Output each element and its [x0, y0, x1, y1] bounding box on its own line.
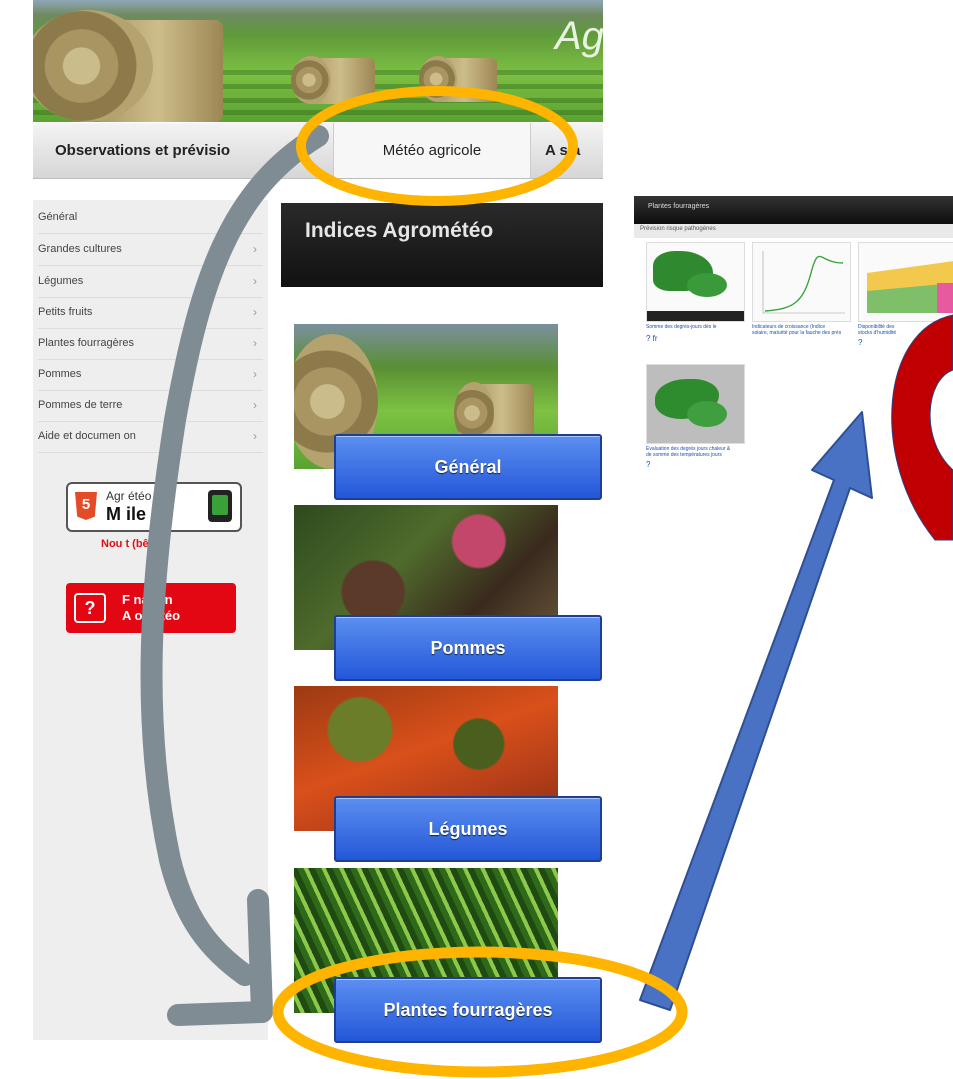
sidebar-item-label: Légumes: [38, 275, 84, 287]
destination-subheader: Prévision risque pathogènes: [634, 224, 953, 238]
thumb-area-chart[interactable]: [858, 242, 953, 322]
sidebar-item-legumes[interactable]: Légumes ›: [38, 266, 263, 298]
chevron-right-icon: ›: [253, 398, 257, 412]
agrometeo-mobile-link[interactable]: 5 Agr étéo M ile: [66, 482, 242, 532]
sidebar-item-label: Pommes de terre: [38, 399, 123, 411]
chevron-right-icon: ›: [253, 242, 257, 256]
chevron-right-icon: ›: [253, 367, 257, 381]
tab-observations[interactable]: Observations et prévisio: [55, 123, 311, 178]
destination-title: Plantes fourragères: [648, 203, 710, 210]
sidebar-item-label: Aide et documen on: [38, 430, 136, 442]
tile-button-legumes[interactable]: Légumes: [334, 796, 602, 862]
question-bubble-icon: ?: [74, 593, 106, 623]
site-banner: Ag: [33, 0, 603, 122]
sidebar-item-aide[interactable]: Aide et documen on ›: [38, 421, 263, 453]
site-title: Ag: [555, 14, 603, 58]
sidebar-item-grandes-cultures[interactable]: Grandes cultures ›: [38, 234, 263, 266]
destination-subtitle: Prévision risque pathogènes: [640, 226, 716, 232]
sidebar-item-label: Pommes: [38, 368, 82, 380]
html5-icon: 5: [75, 492, 97, 520]
sidebar-item-pommes[interactable]: Pommes ›: [38, 359, 263, 391]
sidebar-item-label: Petits fruits: [38, 306, 93, 318]
chevron-right-icon: ›: [253, 274, 257, 288]
hay-bale-small-2: [419, 56, 457, 102]
chevron-right-icon: ›: [253, 336, 257, 350]
tile-button-general[interactable]: Général: [334, 434, 602, 500]
formation-agrometeo-link[interactable]: ? F nation A oMétéo: [66, 583, 236, 633]
sidebar-item-label: Général: [38, 211, 78, 223]
thumb-caption-3b: stocks d'humidité: [858, 330, 897, 336]
thumb-map-1[interactable]: [646, 242, 745, 322]
sidebar-item-plantes-fourrageres[interactable]: Plantes fourragères ›: [38, 328, 263, 360]
formation-line2: A oMétéo: [122, 608, 181, 623]
formation-line1: F nation: [122, 592, 173, 607]
thumb-growth-chart[interactable]: [752, 242, 851, 322]
area-chart: [867, 261, 953, 313]
thumb-caption-1[interactable]: Somme des degrés-jours dès le: [646, 324, 743, 330]
growth-curve-chart: [762, 251, 845, 314]
page-title: Indices Agrométéo: [305, 219, 494, 242]
thumb-help-1[interactable]: ? fr: [646, 334, 658, 343]
tile-button-plantes-fourrageres[interactable]: Plantes fourragères: [334, 977, 602, 1043]
sidebar-item-pommes-de-terre[interactable]: Pommes de terre ›: [38, 390, 263, 422]
sidebar-item-label: Grandes cultures: [38, 243, 122, 255]
mobile-badge-line1: Agr étéo: [106, 489, 152, 503]
section-header: Indices Agrométéo: [281, 203, 603, 287]
tile-button-pommes[interactable]: Pommes: [334, 615, 602, 681]
blue-arrow-annotation: [639, 411, 873, 1011]
hay-bale-small: [291, 56, 331, 104]
thumb-help-4[interactable]: ?: [646, 460, 650, 469]
tab-atlas[interactable]: A s a: [545, 123, 603, 178]
main-nav: Observations et prévisio Météo agricole …: [33, 123, 603, 179]
destination-header: Plantes fourragères: [634, 196, 953, 224]
sidebar-item-petits-fruits[interactable]: Petits fruits ›: [38, 297, 263, 329]
tab-meteo-agricole[interactable]: Météo agricole: [333, 123, 531, 178]
chevron-right-icon: ›: [253, 305, 257, 319]
smartphone-icon: [208, 490, 232, 522]
sidebar-item-general[interactable]: Général: [38, 202, 263, 234]
mobile-new-note: Nou t (bêta): [101, 538, 163, 550]
thumb-caption-4b: de somme des températures jours: [646, 452, 722, 458]
thumb-help-3[interactable]: ?: [858, 338, 862, 347]
chevron-right-icon: ›: [253, 429, 257, 443]
sidebar-item-label: Plantes fourragères: [38, 337, 134, 349]
thumb-caption-2b: solaire, maturité pour la fauche des pré…: [752, 330, 842, 336]
thumb-map-2[interactable]: [646, 364, 745, 444]
mobile-badge-line2: M ile: [106, 504, 147, 524]
